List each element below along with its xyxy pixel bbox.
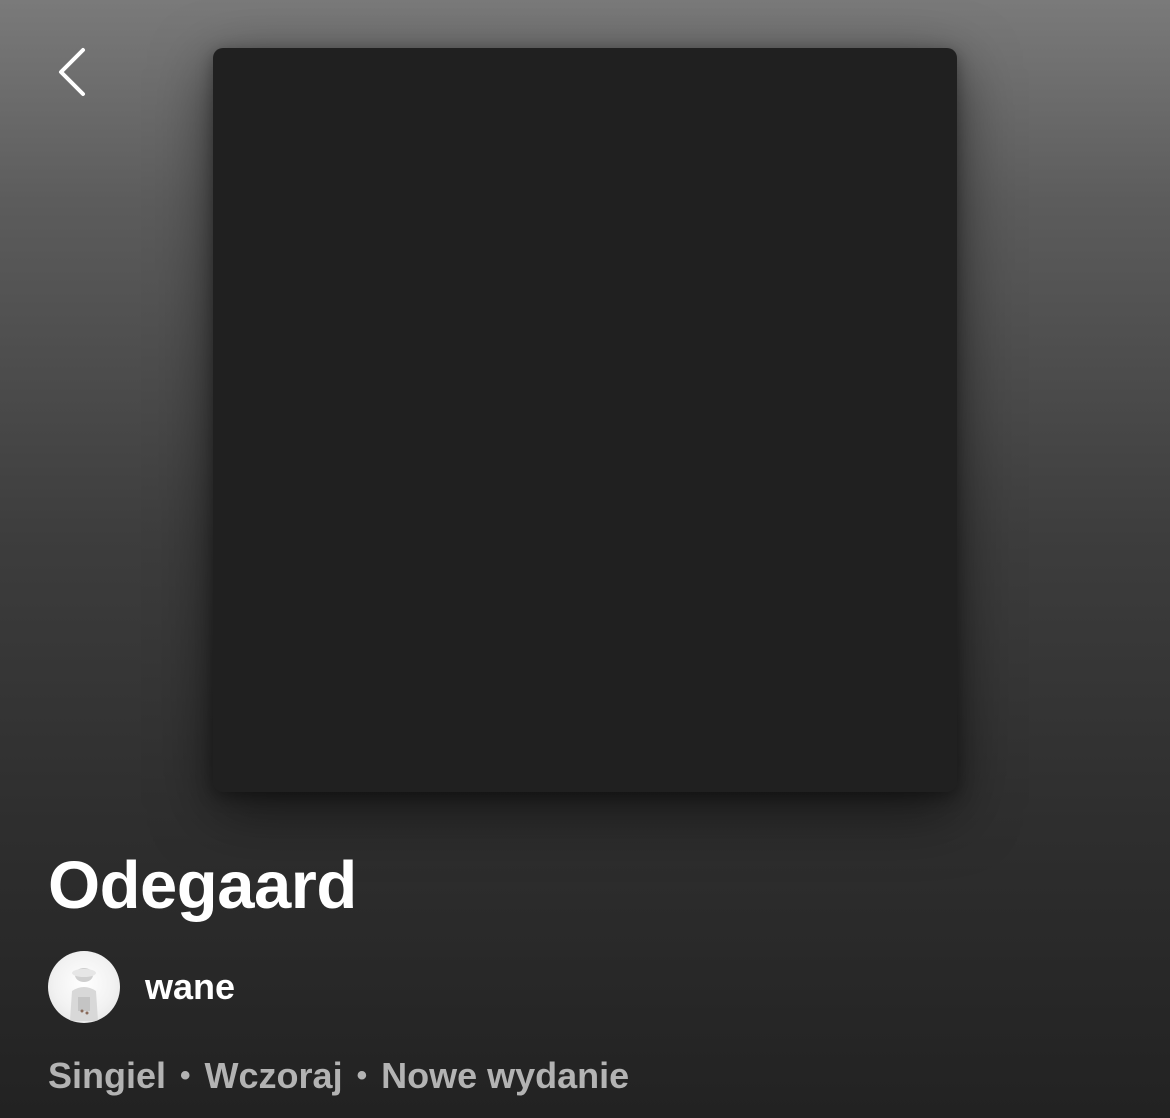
chevron-left-icon	[59, 48, 85, 96]
release-type: Singiel	[48, 1055, 167, 1096]
new-release-label: Nowe wydanie	[381, 1055, 630, 1096]
separator-dot: •	[356, 1059, 368, 1092]
artist-link[interactable]: wane	[48, 951, 235, 1023]
separator-dot: •	[180, 1059, 191, 1092]
album-title: Odegaard	[48, 848, 357, 923]
artist-name: wane	[145, 966, 236, 1007]
artist-avatar	[48, 951, 120, 1023]
release-date: Wczoraj	[204, 1055, 343, 1096]
release-meta: Singiel • Wczoraj • Nowe wydanie	[48, 1052, 629, 1100]
album-cover	[213, 48, 957, 792]
back-button[interactable]	[44, 40, 100, 104]
